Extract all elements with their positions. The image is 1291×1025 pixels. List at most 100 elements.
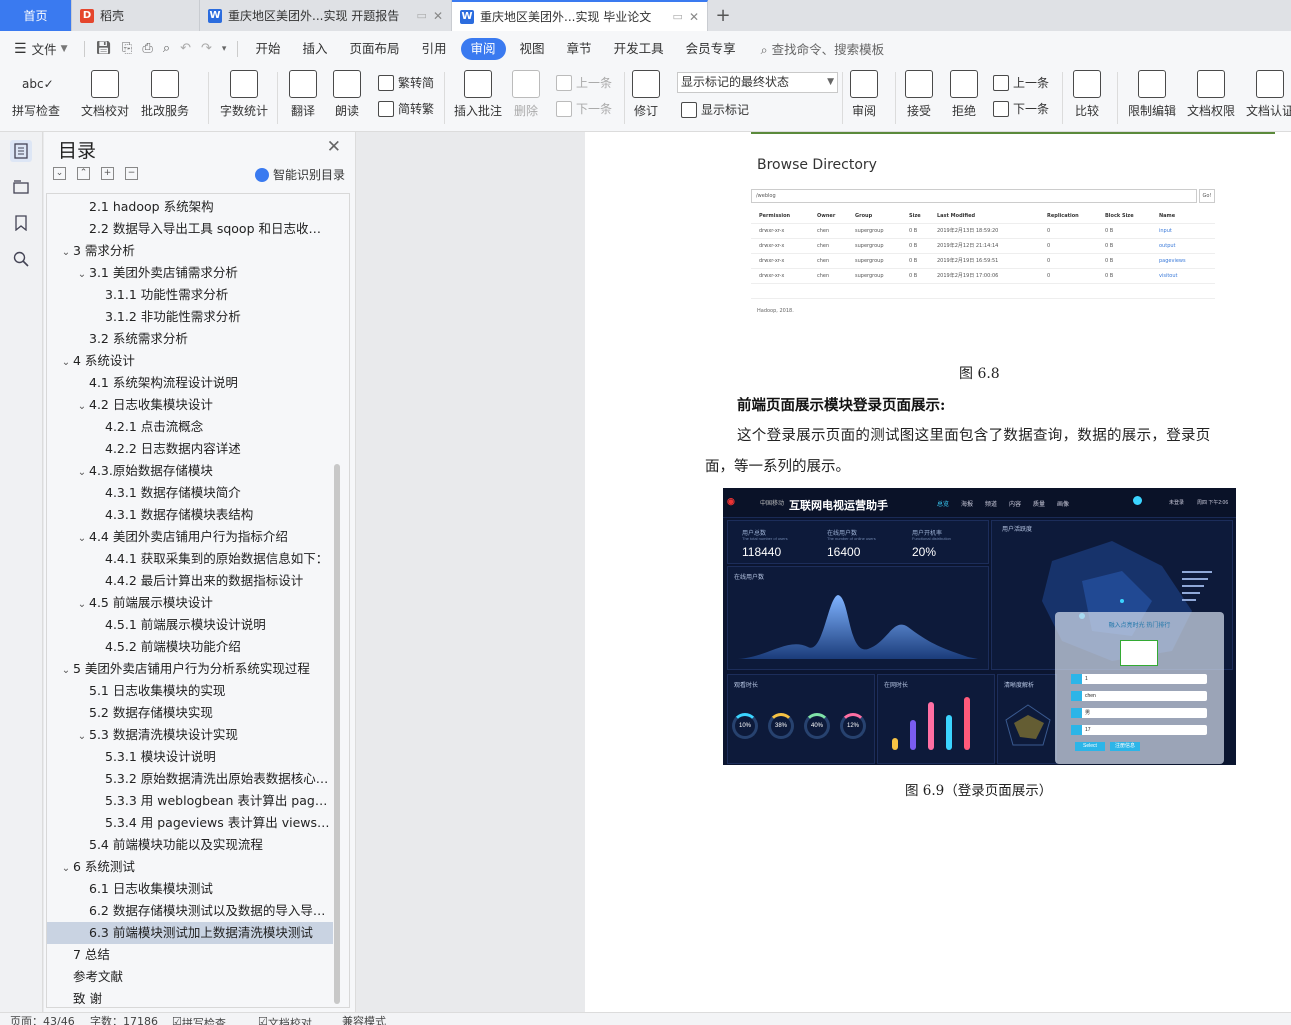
file-menu[interactable]: ☰ 文件 ▼	[0, 39, 78, 58]
delete-comment-button[interactable]: 删除	[512, 70, 540, 119]
search-icon[interactable]	[10, 248, 32, 270]
chevron-down-icon[interactable]: ⌄	[59, 242, 73, 262]
toc-item[interactable]: ⌄ 3.1 美团外卖店铺需求分析	[47, 262, 333, 284]
spell-check-button[interactable]: abc✓ 拼写检查	[12, 70, 60, 119]
tab-daoke[interactable]: D 稻壳	[72, 0, 200, 31]
export-icon[interactable]: ⎘	[117, 41, 137, 56]
toc-icon[interactable]	[10, 140, 32, 162]
bookmark-icon[interactable]	[10, 212, 32, 234]
toc-item[interactable]: ⌄ 4.2 日志收集模块设计	[47, 394, 333, 416]
menu-item[interactable]: 页面布局	[338, 38, 410, 60]
chevron-down-icon[interactable]: ⌄	[75, 726, 89, 746]
toc-scrollbar[interactable]	[334, 464, 340, 1004]
menu-item[interactable]: 开发工具	[603, 38, 675, 60]
next-comment-button[interactable]: 下一条	[556, 100, 612, 117]
spell-check-status[interactable]: ☑ 拼写检查	[172, 1015, 226, 1025]
toc-item[interactable]: 4.1 系统架构流程设计说明	[47, 372, 333, 394]
tab-doc-proposal[interactable]: W 重庆地区美团外...实现 开题报告 ▭ ✕	[200, 0, 452, 31]
toc-item[interactable]: 4.2.2 日志数据内容详述	[47, 438, 333, 460]
toc-item[interactable]: ⌄ 4.5 前端展示模块设计	[47, 592, 333, 614]
track-changes-button[interactable]: 修订	[632, 70, 660, 119]
page-indicator[interactable]: 页面：43/46	[10, 1015, 75, 1025]
traditional-to-simplified-button[interactable]: 繁转简	[378, 74, 434, 91]
toc-item[interactable]: 4.5.1 前端展示模块设计说明	[47, 614, 333, 636]
toc-item[interactable]: 6.2 数据存储模块测试以及数据的导入导出测试	[47, 900, 333, 922]
chevron-down-icon[interactable]: ⌄	[75, 594, 89, 614]
toc-item[interactable]: ⌄ 4 系统设计	[47, 350, 333, 372]
tab-home[interactable]: 首页	[0, 0, 72, 31]
chevron-down-icon[interactable]: ⌄	[59, 858, 73, 878]
menu-item[interactable]: 插入	[291, 38, 338, 60]
toc-item[interactable]: 4.2.1 点击流概念	[47, 416, 333, 438]
toc-item[interactable]: ⌄ 4.4 美团外卖店铺用户行为指标介绍	[47, 526, 333, 548]
toc-item[interactable]: 3.2 系统需求分析	[47, 328, 333, 350]
smart-toc-button[interactable]: 智能识别目录	[254, 166, 345, 183]
doc-certify-button[interactable]: 文档认证	[1246, 70, 1291, 119]
toc-item[interactable]: 5.4 前端模块功能以及实现流程	[47, 834, 333, 856]
proofread-status[interactable]: ☑ 文档校对	[258, 1015, 312, 1025]
menu-item[interactable]: 引用	[411, 38, 458, 60]
toc-item[interactable]: ⌄ 5 美团外卖店铺用户行为分析系统实现过程	[47, 658, 333, 680]
toc-item[interactable]: 5.2 数据存储模块实现	[47, 702, 333, 724]
print-icon[interactable]: ⎙	[137, 41, 157, 56]
toc-item[interactable]: 5.3.4 用 pageviews 表计算出 views 表	[47, 812, 333, 834]
toc-item[interactable]: 参考文献	[47, 966, 333, 988]
toc-item[interactable]: 6.1 日志收集模块测试	[47, 878, 333, 900]
new-tab-button[interactable]: +	[708, 0, 738, 31]
redo-icon[interactable]: ↷	[196, 41, 217, 56]
toc-item[interactable]: 5.3.3 用 weblogbean 表计算出 pageviews 表	[47, 790, 333, 812]
toc-item[interactable]: ⌄ 4.3.原始数据存储模块	[47, 460, 333, 482]
chevron-down-icon[interactable]: ⌄	[59, 352, 73, 372]
toc-item[interactable]: ⌄ 6 系统测试	[47, 856, 333, 878]
close-tab-icon[interactable]: ✕	[689, 10, 699, 24]
chevron-down-icon[interactable]: ⌄	[59, 660, 73, 680]
toc-item[interactable]: 4.4.2 最后计算出来的数据指标设计	[47, 570, 333, 592]
menu-item[interactable]: 视图	[509, 38, 556, 60]
command-search[interactable]: ⌕ 查找命令、搜索模板	[761, 39, 885, 58]
review-pane-button[interactable]: 审阅	[850, 70, 878, 119]
collapse-one-level-icon[interactable]: ⌄	[53, 167, 66, 180]
menu-item[interactable]: 审阅	[460, 37, 506, 60]
chevron-down-icon[interactable]: ⌄	[75, 396, 89, 416]
toc-item[interactable]: 2.2 数据导入导出工具 sqoop 和日志收集工具 flume	[47, 218, 333, 240]
toc-item[interactable]: 4.3.1 数据存储模块表结构	[47, 504, 333, 526]
toc-item[interactable]: 3.1.1 功能性需求分析	[47, 284, 333, 306]
prev-comment-button[interactable]: 上一条	[556, 74, 612, 91]
translate-button[interactable]: 翻译	[289, 70, 317, 119]
toc-item[interactable]: 5.3.2 原始数据清洗出原始表数据核心代码	[47, 768, 333, 790]
toc-item[interactable]: 5.1 日志收集模块的实现	[47, 680, 333, 702]
chapter-nav-icon[interactable]	[10, 176, 32, 198]
save-icon[interactable]: 💾︎	[91, 41, 118, 56]
toc-item[interactable]: 4.3.1 数据存储模块简介	[47, 482, 333, 504]
word-count-button[interactable]: 字数统计	[220, 70, 268, 119]
close-icon[interactable]: ✕	[327, 137, 341, 157]
collapse-all-icon[interactable]: −	[125, 167, 138, 180]
toc-item[interactable]: 致 谢	[47, 988, 333, 1010]
expand-all-icon[interactable]: +	[101, 167, 114, 180]
compare-button[interactable]: 比较	[1073, 70, 1101, 119]
toc-item[interactable]: 4.4.1 获取采集到的原始数据信息如下：	[47, 548, 333, 570]
prev-change-button[interactable]: 上一条	[993, 74, 1049, 91]
toc-item[interactable]: 6.3 前端模块测试加上数据清洗模块测试	[47, 922, 333, 944]
chevron-down-icon[interactable]: ⌄	[75, 264, 89, 284]
toc-item[interactable]: 3.1.2 非功能性需求分析	[47, 306, 333, 328]
show-markup-button[interactable]: 显示标记	[681, 101, 749, 118]
doc-proofread-button[interactable]: 文档校对	[81, 70, 129, 119]
chevron-down-icon[interactable]: ⌄	[75, 528, 89, 548]
word-count-indicator[interactable]: 字数：17186	[90, 1015, 158, 1025]
expand-one-level-icon[interactable]: ⌃	[77, 167, 90, 180]
doc-permission-button[interactable]: 文档权限	[1187, 70, 1235, 119]
next-change-button[interactable]: 下一条	[993, 100, 1049, 117]
toc-item[interactable]: ⌄ 5.3 数据清洗模块设计实现	[47, 724, 333, 746]
toc-item[interactable]: 7 总结	[47, 944, 333, 966]
toc-item[interactable]: 2.1 hadoop 系统架构	[47, 196, 333, 218]
read-aloud-button[interactable]: 朗读	[333, 70, 361, 119]
markup-state-select[interactable]: 显示标记的最终状态 ▼	[677, 72, 838, 93]
toc-item[interactable]: 5.3.1 模块设计说明	[47, 746, 333, 768]
reject-button[interactable]: 拒绝	[950, 70, 978, 119]
accept-button[interactable]: 接受	[905, 70, 933, 119]
close-tab-icon[interactable]: ✕	[433, 9, 443, 23]
restrict-editing-button[interactable]: 限制编辑	[1128, 70, 1176, 119]
toc-item[interactable]: ⌄ 3 需求分析	[47, 240, 333, 262]
menu-item[interactable]: 章节	[556, 38, 603, 60]
